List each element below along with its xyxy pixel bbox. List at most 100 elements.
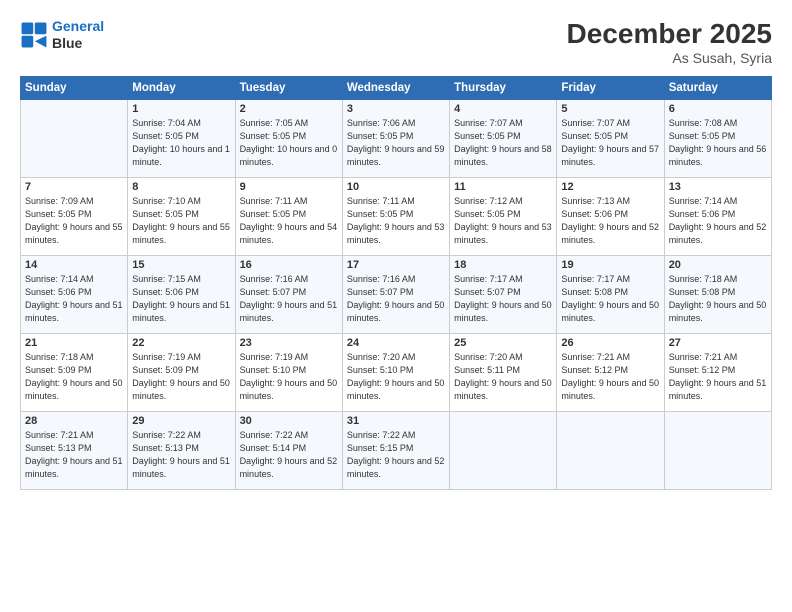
- day-number: 14: [25, 259, 123, 271]
- day-info: Sunrise: 7:06 AMSunset: 5:05 PMDaylight:…: [347, 117, 445, 169]
- day-info: Sunrise: 7:19 AMSunset: 5:09 PMDaylight:…: [132, 351, 230, 403]
- day-number: 27: [669, 337, 767, 349]
- logo-line1: General: [52, 18, 104, 34]
- header-day-saturday: Saturday: [664, 77, 771, 100]
- day-info: Sunrise: 7:17 AMSunset: 5:07 PMDaylight:…: [454, 273, 552, 325]
- cal-cell: 14Sunrise: 7:14 AMSunset: 5:06 PMDayligh…: [21, 256, 128, 334]
- day-number: 13: [669, 181, 767, 193]
- day-number: 29: [132, 415, 230, 427]
- cal-cell: [557, 412, 664, 490]
- day-info: Sunrise: 7:10 AMSunset: 5:05 PMDaylight:…: [132, 195, 230, 247]
- day-number: 28: [25, 415, 123, 427]
- day-info: Sunrise: 7:11 AMSunset: 5:05 PMDaylight:…: [347, 195, 445, 247]
- day-info: Sunrise: 7:08 AMSunset: 5:05 PMDaylight:…: [669, 117, 767, 169]
- cal-cell: [664, 412, 771, 490]
- cal-cell: 31 Sunrise: 7:22 AMSunset: 5:15 PMDayligh…: [342, 412, 449, 490]
- day-number: 18: [454, 259, 552, 271]
- day-number: 7: [25, 181, 123, 193]
- day-number: 10: [347, 181, 445, 193]
- cal-cell: 3Sunrise: 7:06 AMSunset: 5:05 PMDaylight…: [342, 100, 449, 178]
- day-number: 8: [132, 181, 230, 193]
- cal-cell: 9Sunrise: 7:11 AMSunset: 5:05 PMDaylight…: [235, 178, 342, 256]
- cal-cell: 12 Sunrise: 7:13 AMSunset: 5:06 PMDayligh…: [557, 178, 664, 256]
- cal-cell: 7 Sunrise: 7:09 AMSunset: 5:05 PMDaylight…: [21, 178, 128, 256]
- header-day-monday: Monday: [128, 77, 235, 100]
- page: General Blue December 2025 As Susah, Syr…: [0, 0, 792, 612]
- title-block: December 2025 As Susah, Syria: [567, 18, 772, 66]
- day-info: Sunrise: 7:21 AMSunset: 5:12 PMDaylight:…: [669, 351, 767, 403]
- day-info: Sunrise: 7:22 AMSunset: 5:13 PMDaylight:…: [132, 429, 230, 481]
- day-number: 6: [669, 103, 767, 115]
- day-info: Sunrise: 7:22 AMSunset: 5:14 PMDaylight:…: [240, 429, 338, 481]
- cal-cell: [21, 100, 128, 178]
- cal-cell: 27 Sunrise: 7:21 AMSunset: 5:12 PMDayligh…: [664, 334, 771, 412]
- day-info: Sunrise: 7:22 AMSunset: 5:15 PMDaylight:…: [347, 429, 445, 481]
- day-info: Sunrise: 7:05 AMSunset: 5:05 PMDaylight:…: [240, 117, 338, 169]
- day-info: Sunrise: 7:19 AMSunset: 5:10 PMDaylight:…: [240, 351, 338, 403]
- logo-icon: [20, 21, 48, 49]
- cal-cell: 6 Sunrise: 7:08 AMSunset: 5:05 PMDaylight…: [664, 100, 771, 178]
- day-info: Sunrise: 7:13 AMSunset: 5:06 PMDaylight:…: [561, 195, 659, 247]
- day-number: 17: [347, 259, 445, 271]
- day-number: 20: [669, 259, 767, 271]
- day-number: 5: [561, 103, 659, 115]
- day-number: 21: [25, 337, 123, 349]
- day-number: 16: [240, 259, 338, 271]
- cal-cell: 25 Sunrise: 7:20 AMSunset: 5:11 PMDayligh…: [450, 334, 557, 412]
- day-number: 1: [132, 103, 230, 115]
- month-title: December 2025: [567, 18, 772, 50]
- cal-cell: 8 Sunrise: 7:10 AMSunset: 5:05 PMDaylight…: [128, 178, 235, 256]
- cal-cell: 29 Sunrise: 7:22 AMSunset: 5:13 PMDayligh…: [128, 412, 235, 490]
- day-number: 23: [240, 337, 338, 349]
- day-info: Sunrise: 7:16 AMSunset: 5:07 PMDaylight:…: [240, 273, 338, 325]
- header-day-friday: Friday: [557, 77, 664, 100]
- cal-cell: 5 Sunrise: 7:07 AMSunset: 5:05 PMDaylight…: [557, 100, 664, 178]
- cal-cell: 30 Sunrise: 7:22 AMSunset: 5:14 PMDayligh…: [235, 412, 342, 490]
- cal-cell: 22Sunrise: 7:19 AMSunset: 5:09 PMDayligh…: [128, 334, 235, 412]
- day-number: 26: [561, 337, 659, 349]
- day-number: 31: [347, 415, 445, 427]
- header: General Blue December 2025 As Susah, Syr…: [20, 18, 772, 66]
- day-number: 30: [240, 415, 338, 427]
- cal-cell: 24Sunrise: 7:20 AMSunset: 5:10 PMDayligh…: [342, 334, 449, 412]
- cal-cell: 4Sunrise: 7:07 AMSunset: 5:05 PMDaylight…: [450, 100, 557, 178]
- header-day-sunday: Sunday: [21, 77, 128, 100]
- day-info: Sunrise: 7:09 AMSunset: 5:05 PMDaylight:…: [25, 195, 123, 247]
- cal-cell: 16 Sunrise: 7:16 AMSunset: 5:07 PMDayligh…: [235, 256, 342, 334]
- day-info: Sunrise: 7:18 AMSunset: 5:09 PMDaylight:…: [25, 351, 123, 403]
- day-info: Sunrise: 7:07 AMSunset: 5:05 PMDaylight:…: [561, 117, 659, 169]
- day-info: Sunrise: 7:16 AMSunset: 5:07 PMDaylight:…: [347, 273, 445, 325]
- day-number: 25: [454, 337, 552, 349]
- cal-cell: 18 Sunrise: 7:17 AMSunset: 5:07 PMDayligh…: [450, 256, 557, 334]
- cal-cell: 15Sunrise: 7:15 AMSunset: 5:06 PMDayligh…: [128, 256, 235, 334]
- cal-cell: 20Sunrise: 7:18 AMSunset: 5:08 PMDayligh…: [664, 256, 771, 334]
- day-info: Sunrise: 7:12 AMSunset: 5:05 PMDaylight:…: [454, 195, 552, 247]
- header-day-wednesday: Wednesday: [342, 77, 449, 100]
- cal-cell: 10 Sunrise: 7:11 AMSunset: 5:05 PMDayligh…: [342, 178, 449, 256]
- cal-cell: 26Sunrise: 7:21 AMSunset: 5:12 PMDayligh…: [557, 334, 664, 412]
- week-row-2: 7 Sunrise: 7:09 AMSunset: 5:05 PMDaylight…: [21, 178, 772, 256]
- day-info: Sunrise: 7:20 AMSunset: 5:11 PMDaylight:…: [454, 351, 552, 403]
- day-info: Sunrise: 7:21 AMSunset: 5:13 PMDaylight:…: [25, 429, 123, 481]
- day-number: 15: [132, 259, 230, 271]
- header-day-thursday: Thursday: [450, 77, 557, 100]
- day-number: 2: [240, 103, 338, 115]
- day-info: Sunrise: 7:20 AMSunset: 5:10 PMDaylight:…: [347, 351, 445, 403]
- day-number: 9: [240, 181, 338, 193]
- day-number: 11: [454, 181, 552, 193]
- cal-cell: 17 Sunrise: 7:16 AMSunset: 5:07 PMDayligh…: [342, 256, 449, 334]
- cal-cell: 19Sunrise: 7:17 AMSunset: 5:08 PMDayligh…: [557, 256, 664, 334]
- cal-cell: 1 Sunrise: 7:04 AMSunset: 5:05 PMDaylight…: [128, 100, 235, 178]
- day-number: 12: [561, 181, 659, 193]
- cal-cell: [450, 412, 557, 490]
- cal-cell: 23 Sunrise: 7:19 AMSunset: 5:10 PMDayligh…: [235, 334, 342, 412]
- cal-cell: 11 Sunrise: 7:12 AMSunset: 5:05 PMDayligh…: [450, 178, 557, 256]
- week-row-1: 1 Sunrise: 7:04 AMSunset: 5:05 PMDaylight…: [21, 100, 772, 178]
- header-day-tuesday: Tuesday: [235, 77, 342, 100]
- day-info: Sunrise: 7:04 AMSunset: 5:05 PMDaylight:…: [132, 117, 230, 169]
- header-row: SundayMondayTuesdayWednesdayThursdayFrid…: [21, 77, 772, 100]
- week-row-4: 21 Sunrise: 7:18 AMSunset: 5:09 PMDayligh…: [21, 334, 772, 412]
- week-row-3: 14Sunrise: 7:14 AMSunset: 5:06 PMDayligh…: [21, 256, 772, 334]
- logo: General Blue: [20, 18, 104, 52]
- day-number: 4: [454, 103, 552, 115]
